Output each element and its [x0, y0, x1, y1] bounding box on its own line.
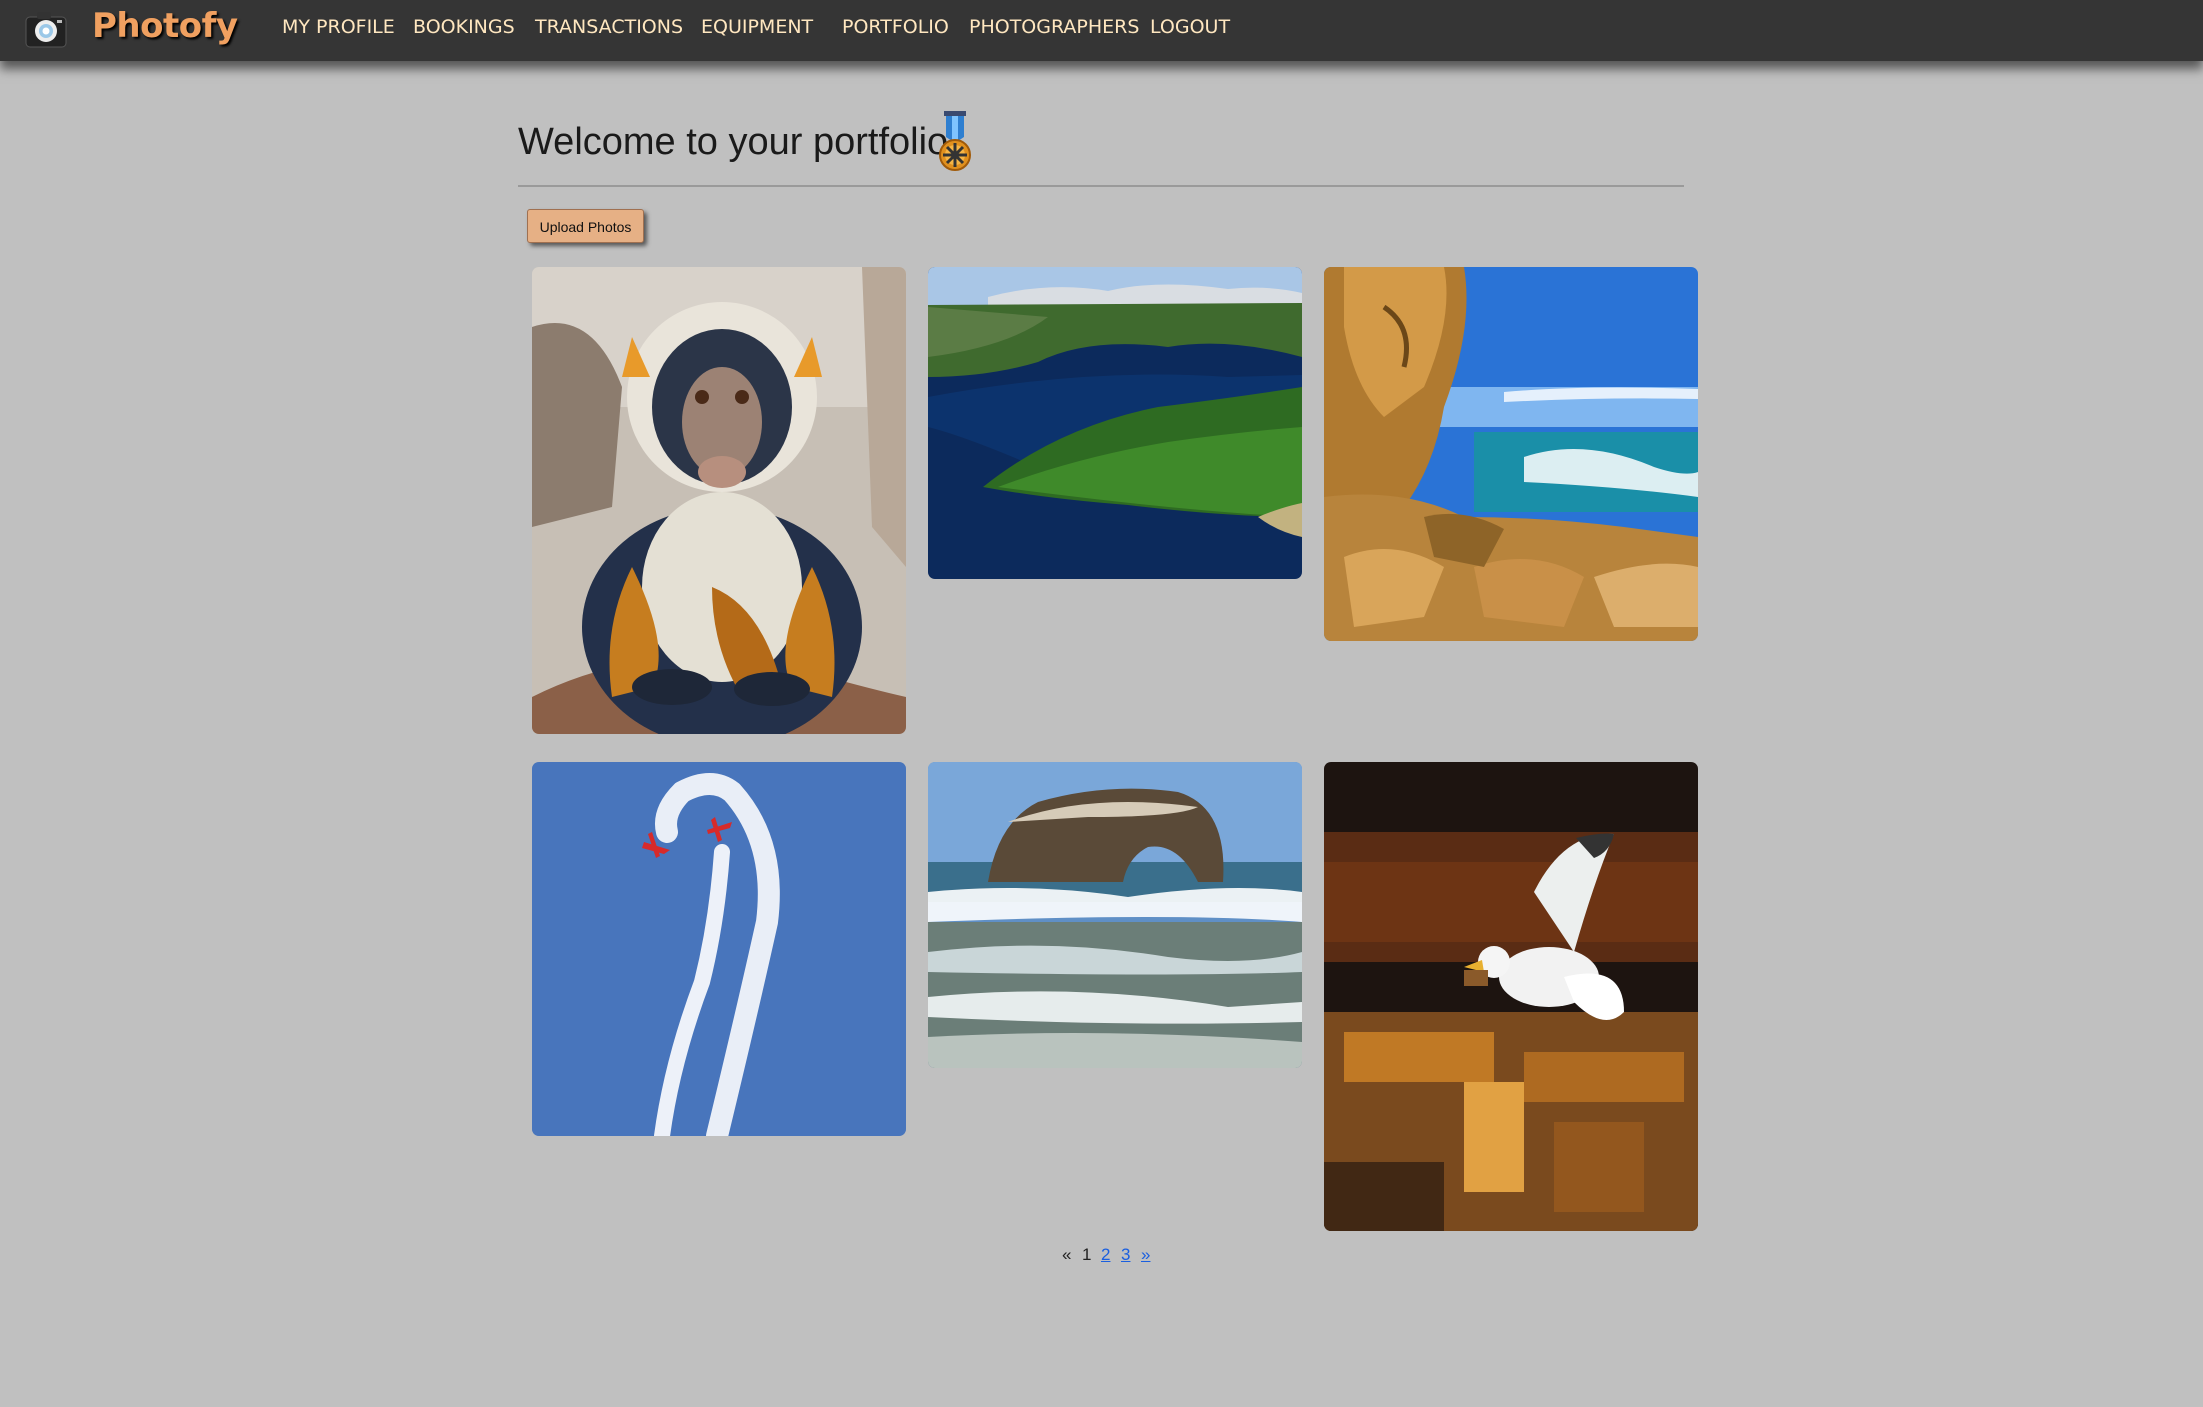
title-divider	[518, 185, 1684, 187]
pagination-prev: «	[1062, 1245, 1072, 1264]
top-navbar: Photofy MY PROFILE BOOKINGS TRANSACTIONS…	[0, 0, 2203, 61]
nav-transactions[interactable]: TRANSACTIONS	[535, 16, 683, 38]
nav-logout[interactable]: LOGOUT	[1150, 16, 1230, 38]
pagination-page-2[interactable]: 2	[1101, 1245, 1110, 1265]
gallery-photo-airshow-planes[interactable]	[532, 762, 906, 1136]
pagination-current-page: 1	[1082, 1245, 1092, 1264]
nav-bookings[interactable]: BOOKINGS	[413, 16, 515, 38]
nav-portfolio[interactable]: PORTFOLIO	[842, 16, 949, 38]
pagination-page-3[interactable]: 3	[1121, 1245, 1130, 1265]
gallery-photo-sea-arch-rock[interactable]	[928, 762, 1302, 1068]
nav-photographers[interactable]: PHOTOGRAPHERS	[969, 16, 1139, 38]
camera-logo-icon[interactable]	[24, 7, 68, 51]
gallery-photo-seagull[interactable]	[1324, 762, 1698, 1231]
page-title: Welcome to your portfolio	[518, 121, 949, 163]
medal-icon	[939, 111, 971, 171]
gallery-photo-coastal-cliff[interactable]	[1324, 267, 1698, 641]
gallery-photo-lake-forest[interactable]	[928, 267, 1302, 579]
pagination-next[interactable]: »	[1141, 1245, 1150, 1265]
nav-my-profile[interactable]: MY PROFILE	[282, 16, 395, 38]
nav-equipment[interactable]: EQUIPMENT	[701, 16, 813, 38]
brand-name[interactable]: Photofy	[92, 6, 238, 46]
upload-photos-button[interactable]: Upload Photos	[527, 209, 644, 243]
gallery-photo-monkey[interactable]	[532, 267, 906, 734]
